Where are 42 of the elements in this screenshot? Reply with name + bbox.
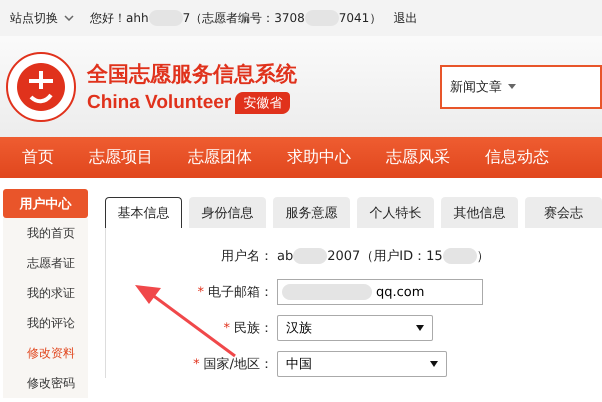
- sidebar-item[interactable]: 修改密码: [3, 368, 88, 398]
- required-mark: *: [198, 285, 204, 300]
- sidebar-item[interactable]: 志愿者证: [3, 248, 88, 278]
- select-field[interactable]: 汉族: [277, 315, 433, 341]
- required-mark: *: [193, 357, 200, 372]
- chevron-icon: [64, 15, 74, 21]
- nav-item[interactable]: 志愿项目: [89, 147, 153, 168]
- field-label: 民族：: [234, 321, 273, 336]
- tab[interactable]: 服务意愿: [273, 197, 350, 228]
- sidebar-item[interactable]: 我的首页: [3, 218, 88, 248]
- greeting-text: 您好！ahh 7（志愿者编号：3708 7041）: [90, 10, 382, 26]
- sidebar-title: 用户中心: [3, 189, 88, 218]
- tab[interactable]: 个人特长: [357, 197, 434, 228]
- site-selector-link[interactable]: 站点切换: [10, 10, 58, 26]
- field-label: 电子邮箱：: [208, 285, 273, 300]
- site-title: 全国志愿服务信息系统: [87, 60, 297, 88]
- nav-item[interactable]: 信息动态: [485, 147, 549, 168]
- tab[interactable]: 身份信息: [189, 197, 266, 228]
- province-badge: 安徽省: [235, 92, 290, 114]
- nav-item[interactable]: 求助中心: [287, 147, 351, 168]
- tab[interactable]: 基本信息: [105, 197, 182, 228]
- dropdown-arrow-icon: [416, 325, 424, 331]
- sidebar-item[interactable]: 我的求证: [3, 278, 88, 308]
- sidebar-item[interactable]: 修改资料: [3, 338, 88, 368]
- nav-item[interactable]: 首页: [22, 147, 54, 168]
- nav-item[interactable]: 志愿风采: [386, 147, 450, 168]
- select-field[interactable]: 中国: [277, 351, 447, 377]
- required-mark: *: [224, 321, 230, 336]
- field-label: 国家/地区：: [204, 357, 273, 372]
- site-subtitle: China Volunteer: [87, 92, 232, 114]
- field-value: ab 2007（用户ID：15 ）: [276, 247, 490, 265]
- sidebar-item[interactable]: 我的评论: [3, 308, 88, 338]
- dropdown-arrow-icon: [508, 84, 516, 89]
- search-category-dropdown[interactable]: 新闻文章: [440, 64, 602, 108]
- nav-item[interactable]: 志愿团体: [188, 147, 252, 168]
- tab[interactable]: 赛会志: [525, 197, 602, 228]
- logout-link[interactable]: 退出: [393, 10, 418, 26]
- dropdown-arrow-icon: [430, 361, 438, 367]
- input-field[interactable]: qq.com: [277, 279, 483, 305]
- tab[interactable]: 其他信息: [441, 197, 518, 228]
- logo-icon: [5, 50, 77, 122]
- field-label: 用户名：: [221, 249, 273, 264]
